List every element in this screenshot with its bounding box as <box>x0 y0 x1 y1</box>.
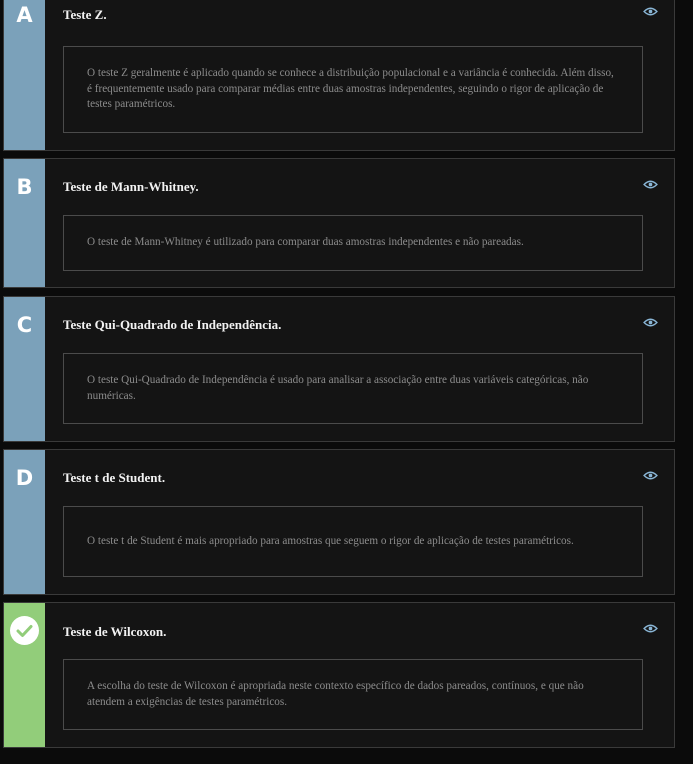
option-title: Teste Z. <box>63 7 107 22</box>
option-title: Teste de Mann-Whitney. <box>63 179 199 194</box>
eye-icon[interactable] <box>643 179 658 190</box>
eye-icon[interactable] <box>643 6 658 17</box>
option-letter: B <box>16 175 33 199</box>
eye-icon[interactable] <box>643 317 658 328</box>
option-title: Teste Qui-Quadrado de Independência. <box>63 317 282 332</box>
option-explanation-box: O teste Z geralmente é aplicado quando s… <box>63 46 643 133</box>
option-letter-bar: D <box>4 450 45 594</box>
option-title: Teste t de Student. <box>63 470 166 485</box>
option-explanation-box: A escolha do teste de Wilcoxon é apropri… <box>63 659 643 730</box>
option-explanation-box: O teste t de Student é mais apropriado p… <box>63 506 643 577</box>
option-letter-bar: A <box>4 0 45 150</box>
option-explanation-box: O teste de Mann-Whitney é utilizado para… <box>63 215 643 271</box>
option-title: Teste de Wilcoxon. <box>63 624 167 639</box>
option-explanation: O teste Qui-Quadrado de Independência é … <box>87 374 589 402</box>
correct-answer-bar <box>4 603 45 747</box>
option-explanation-box: O teste Qui-Quadrado de Independência é … <box>63 353 643 424</box>
option-letter: C <box>16 313 33 337</box>
option-explanation: O teste Z geralmente é aplicado quando s… <box>87 67 614 111</box>
option-letter-bar: C <box>4 297 45 441</box>
option-card-a[interactable]: A Teste Z. O teste Z geralmente é aplica… <box>3 0 675 151</box>
eye-icon[interactable] <box>643 623 658 634</box>
option-letter: A <box>16 3 33 27</box>
option-explanation: O teste t de Student é mais apropriado p… <box>87 534 574 547</box>
eye-icon[interactable] <box>643 470 658 481</box>
option-explanation: A escolha do teste de Wilcoxon é apropri… <box>87 680 584 708</box>
check-icon <box>10 616 39 645</box>
option-card-d[interactable]: D Teste t de Student. O teste t de Stude… <box>3 449 675 595</box>
option-card-c[interactable]: C Teste Qui-Quadrado de Independência. O… <box>3 296 675 442</box>
option-letter: D <box>15 466 34 490</box>
option-letter-bar: B <box>4 159 45 287</box>
option-explanation: O teste de Mann-Whitney é utilizado para… <box>87 236 524 249</box>
option-card-correct[interactable]: Teste de Wilcoxon. A escolha do teste de… <box>3 602 675 748</box>
option-card-b[interactable]: B Teste de Mann-Whitney. O teste de Mann… <box>3 158 675 288</box>
